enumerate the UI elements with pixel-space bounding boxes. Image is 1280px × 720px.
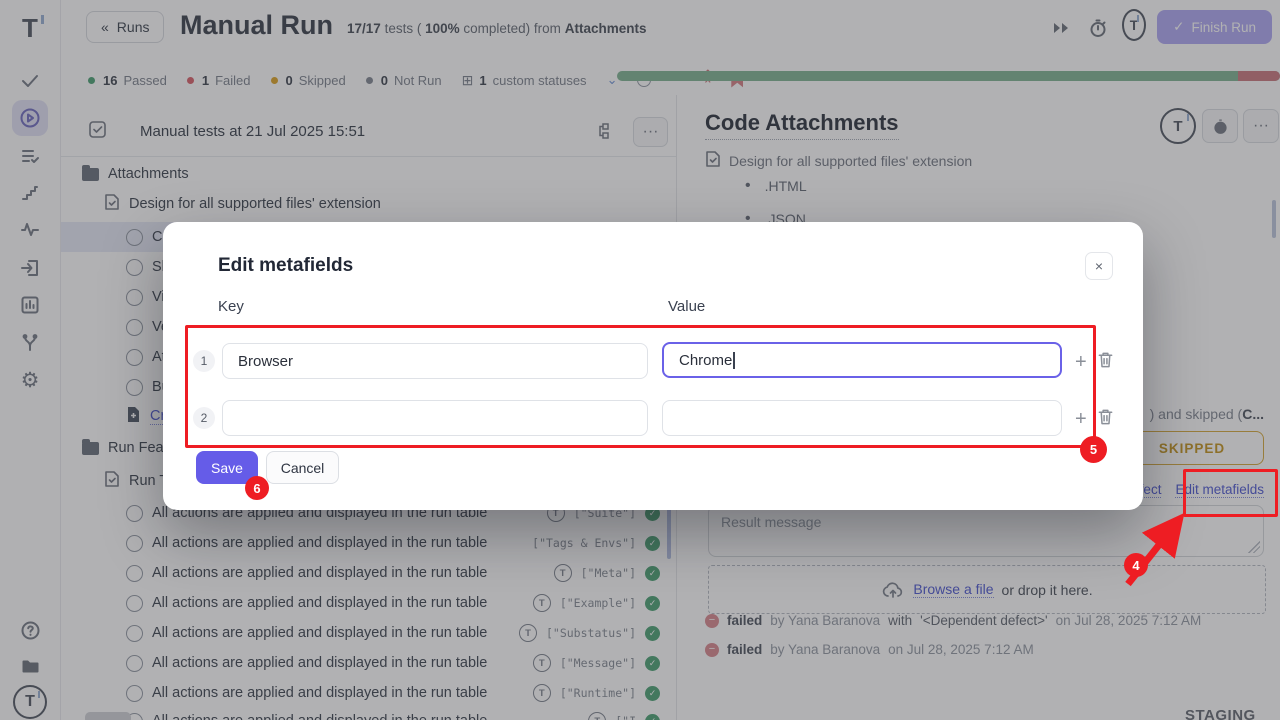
modal-title: Edit metafields: [218, 255, 353, 277]
delete-row-button[interactable]: [1097, 408, 1114, 431]
trash-icon: [1097, 408, 1114, 426]
cancel-button[interactable]: Cancel: [266, 451, 339, 484]
trash-icon: [1097, 351, 1114, 369]
key-column-label: Key: [218, 298, 244, 315]
annotation-badge-6: 6: [245, 476, 269, 500]
annotation-arrow: [1098, 500, 1208, 610]
annotation-badge-4: 4: [1124, 553, 1148, 577]
value-column-label: Value: [668, 298, 705, 315]
close-icon: ×: [1095, 258, 1103, 274]
annotation-box-rows: [185, 325, 1096, 448]
close-button[interactable]: ×: [1085, 252, 1113, 280]
delete-row-button[interactable]: [1097, 351, 1114, 374]
app-window: T ⚙ T « Runs Manual Run 17/17 tests ( 10…: [0, 0, 1280, 720]
annotation-badge-5: 5: [1080, 436, 1107, 463]
